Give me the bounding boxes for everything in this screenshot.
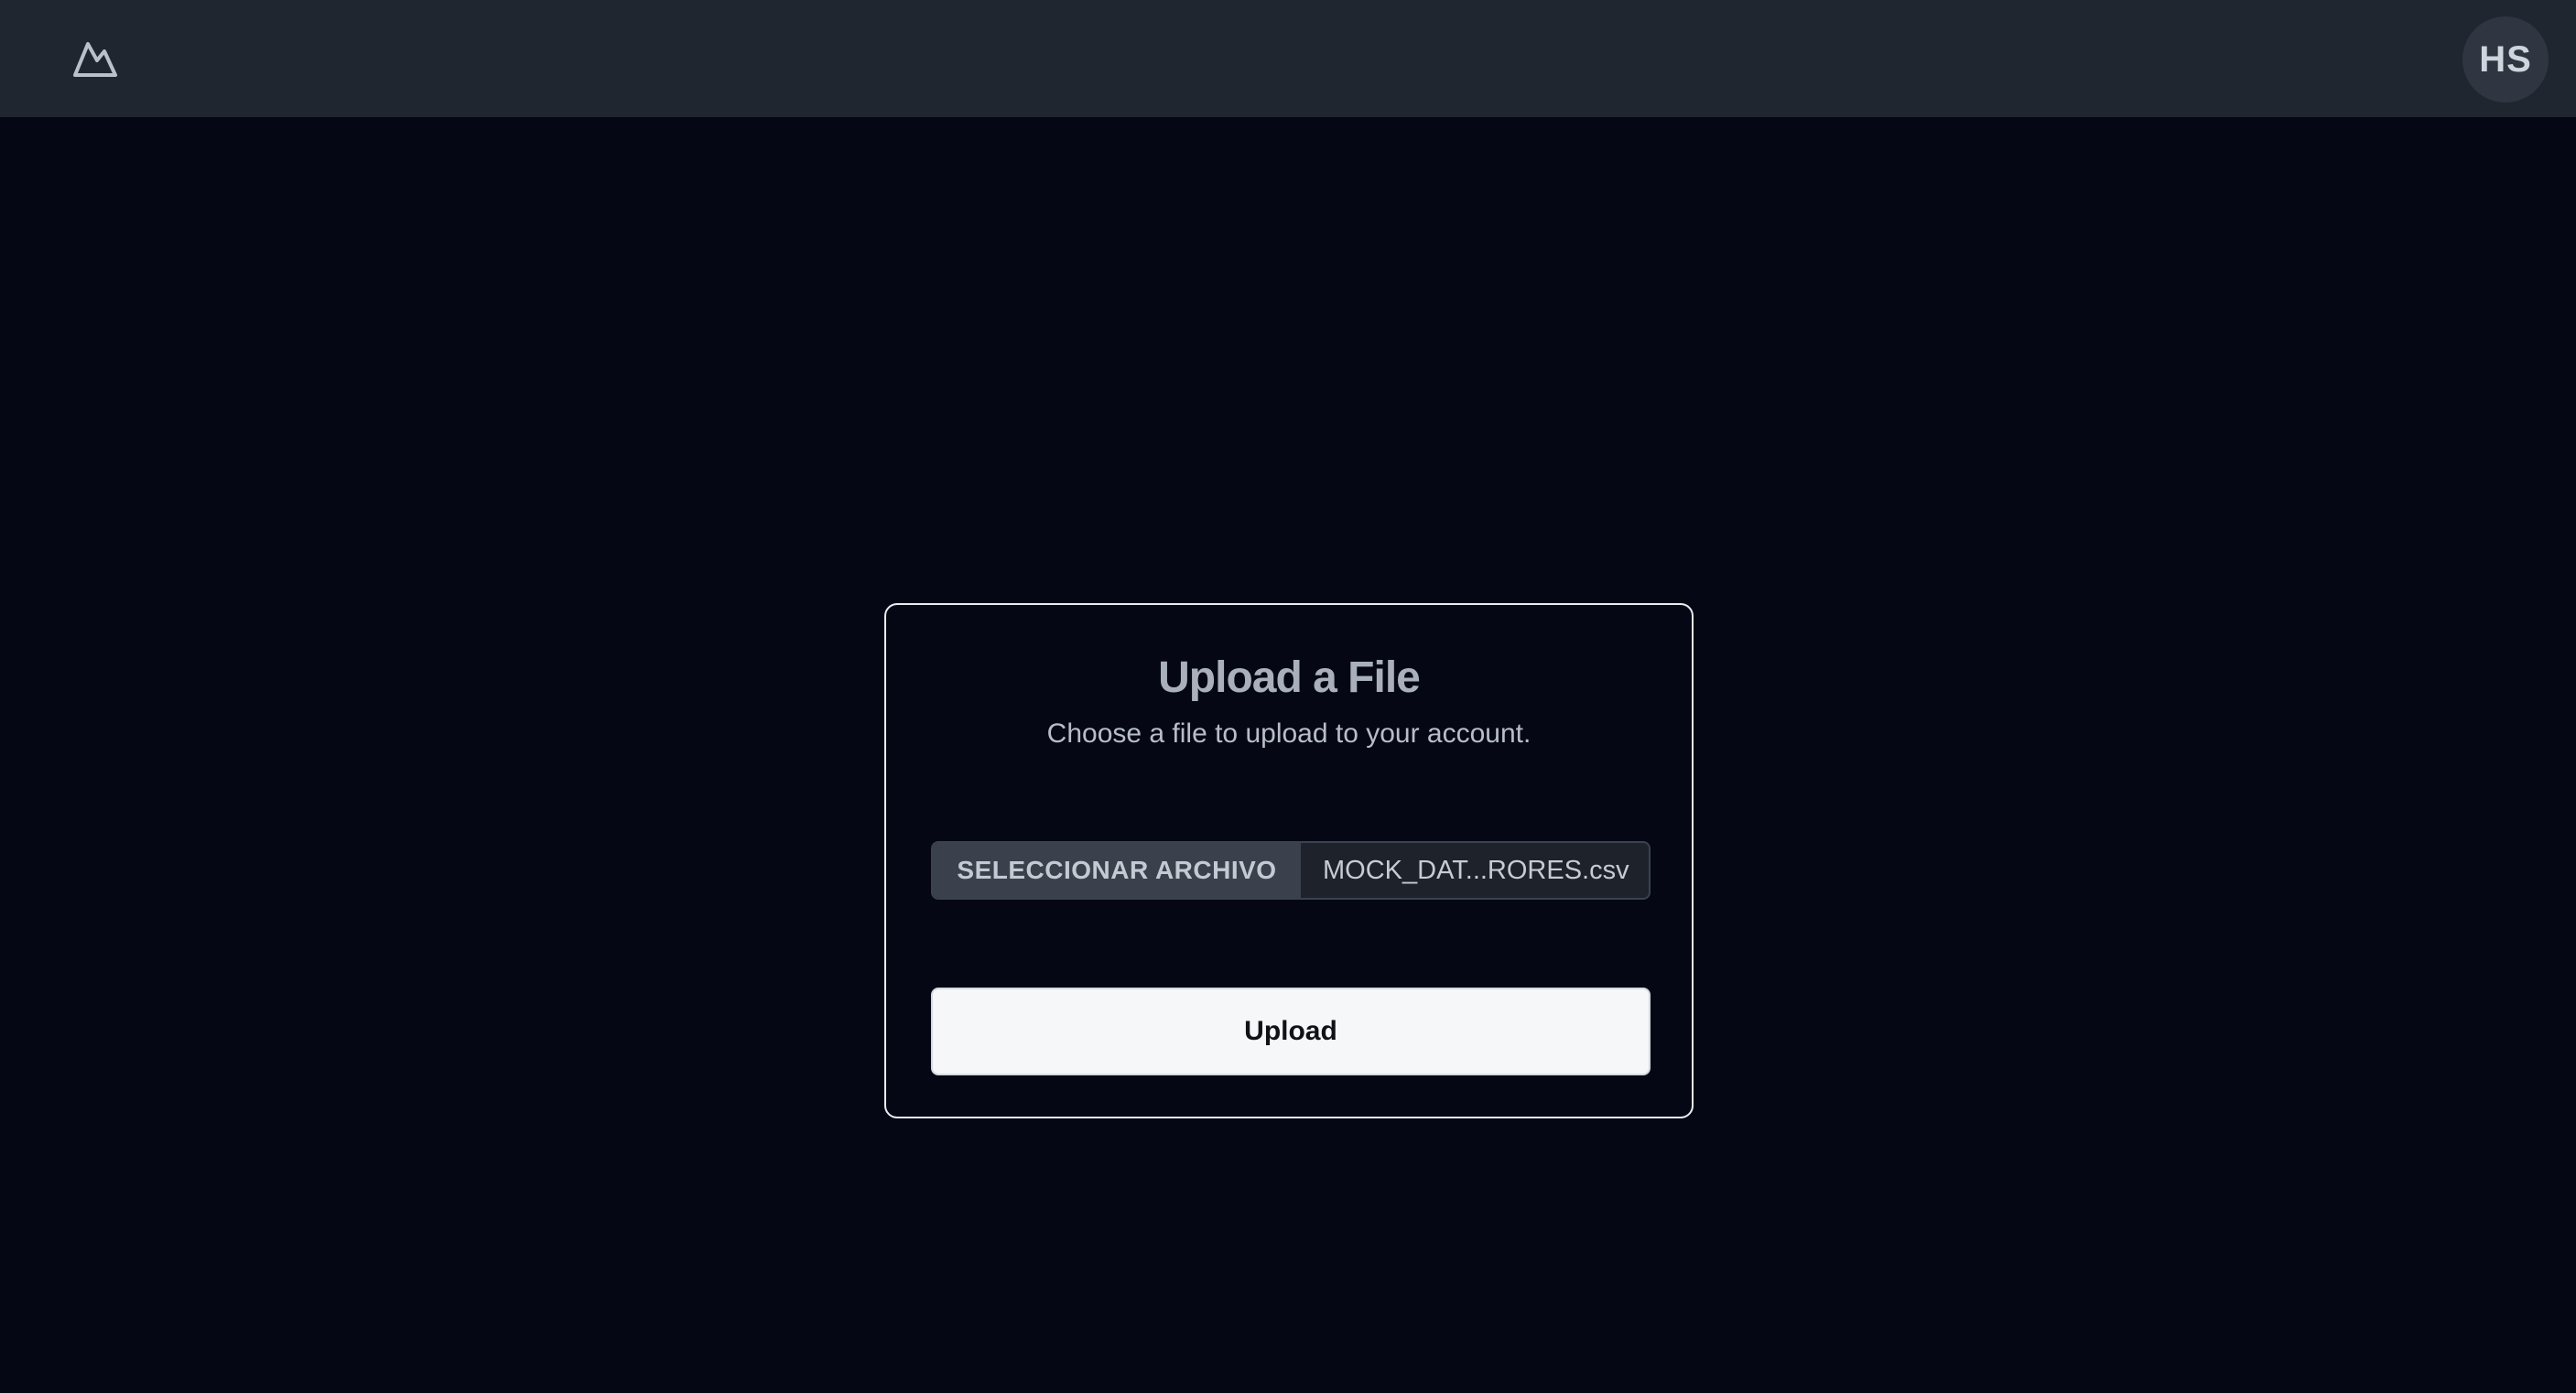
selected-file-name: MOCK_DAT...RORES.csv: [1323, 855, 1629, 885]
top-navigation-bar: HS: [0, 0, 2576, 117]
file-input[interactable]: SELECCIONAR ARCHIVO MOCK_DAT...RORES.csv: [931, 841, 1651, 900]
card-title: Upload a File: [1158, 653, 1421, 702]
mountain-icon[interactable]: [70, 37, 121, 81]
card-subtitle: Choose a file to upload to your account.: [1046, 718, 1532, 749]
choose-file-button[interactable]: SELECCIONAR ARCHIVO: [933, 843, 1301, 898]
upload-card: Upload a File Choose a file to upload to…: [884, 603, 1694, 1118]
user-avatar[interactable]: HS: [2462, 16, 2549, 103]
upload-button[interactable]: Upload: [931, 988, 1651, 1075]
